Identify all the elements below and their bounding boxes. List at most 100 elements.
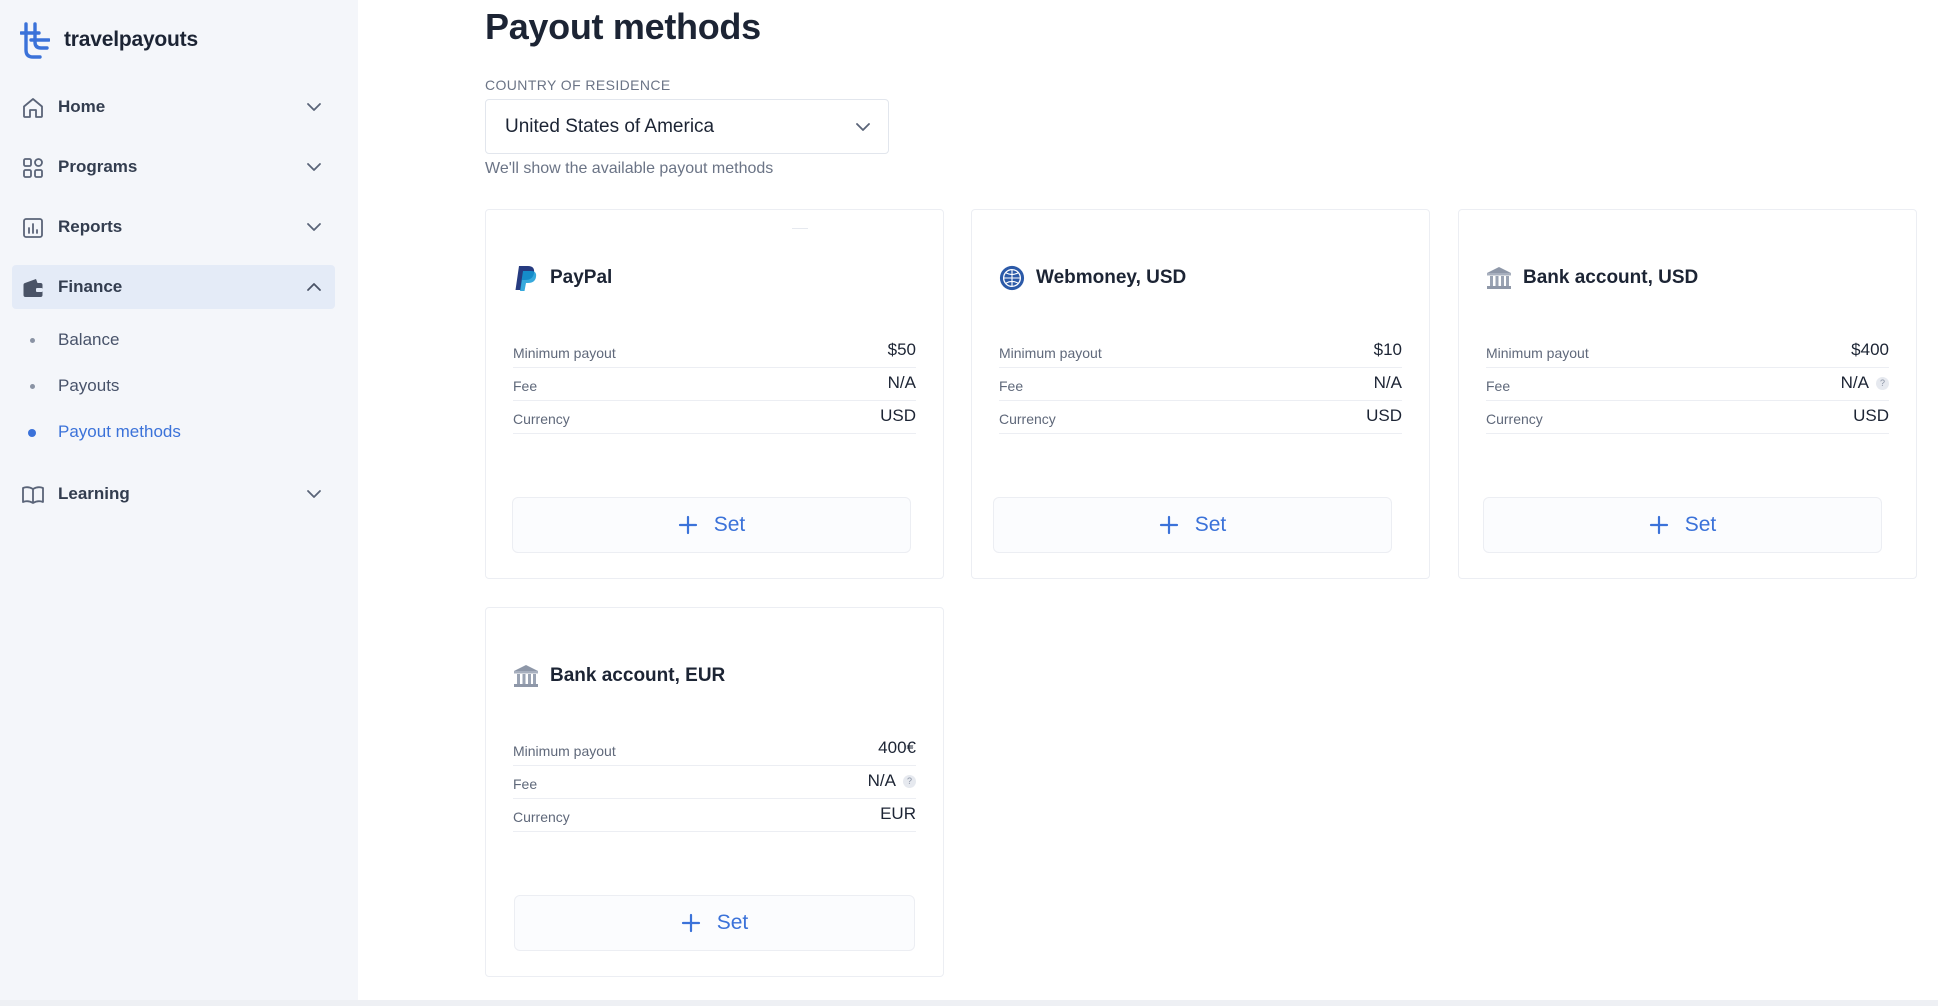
nav-label-reports: Reports: [58, 217, 123, 236]
row-currency: Currency USD: [999, 401, 1402, 434]
row-key: Currency: [513, 411, 570, 427]
card-title: PayPal: [550, 267, 613, 288]
nav-item-home[interactable]: Home: [12, 85, 335, 129]
nav-item-programs[interactable]: Programs: [12, 145, 335, 189]
chevron-down-icon: [307, 223, 321, 231]
row-fee: Fee N/A: [999, 368, 1402, 401]
book-icon: [22, 486, 44, 504]
plus-icon: [681, 913, 700, 933]
bank-icon: [1486, 264, 1512, 292]
plus-icon: [1649, 515, 1668, 535]
payout-method-card-bank-eur: Bank account, EUR Minimum payout 400€ Fe…: [485, 607, 944, 977]
row-value: N/A: [887, 373, 916, 392]
set-button-label: Set: [1194, 513, 1227, 536]
row-value: $10: [1373, 340, 1402, 359]
country-hint: We'll show the available payout methods: [485, 160, 774, 177]
fee-value: N/A: [1840, 373, 1869, 392]
card-title: Webmoney, USD: [1036, 267, 1187, 288]
row-value: N/A ?: [868, 771, 916, 791]
row-value: $400: [1851, 340, 1889, 359]
row-key: Minimum payout: [513, 743, 616, 759]
row-minimum-payout: Minimum payout $10: [999, 335, 1402, 368]
row-value: $50: [887, 340, 916, 359]
sub-item-payouts[interactable]: Payouts: [58, 376, 119, 396]
chevron-down-icon: [307, 103, 321, 111]
country-select[interactable]: United States of America: [485, 99, 889, 154]
row-value: 400€: [878, 738, 916, 757]
chevron-up-icon: [307, 283, 321, 291]
row-value: USD: [1366, 406, 1402, 425]
help-icon[interactable]: ?: [1876, 376, 1889, 390]
row-fee: Fee N/A ?: [1486, 368, 1889, 401]
set-button-webmoney-usd[interactable]: Set: [993, 497, 1392, 553]
row-fee: Fee N/A ?: [513, 766, 916, 799]
plus-icon: [1159, 515, 1178, 535]
chevron-down-icon: [307, 490, 321, 498]
grid-icon: [23, 158, 43, 178]
row-minimum-payout: Minimum payout $400: [1486, 335, 1889, 368]
row-currency: Currency EUR: [513, 799, 916, 832]
card-title: Bank account, EUR: [550, 665, 726, 686]
set-button-label: Set: [713, 513, 746, 536]
row-value: USD: [880, 406, 916, 425]
payout-method-card-bank-usd: Bank account, USD Minimum payout $400 Fe…: [1458, 209, 1917, 579]
row-minimum-payout: Minimum payout $50: [513, 335, 916, 368]
card-top-mark: [792, 228, 808, 229]
set-button-label: Set: [1684, 513, 1717, 536]
page-title: Payout methods: [485, 6, 761, 47]
help-icon[interactable]: ?: [903, 774, 916, 788]
bank-icon: [513, 662, 539, 690]
fee-value: N/A: [867, 771, 896, 790]
row-key: Currency: [513, 809, 570, 825]
row-key: Currency: [1486, 411, 1543, 427]
set-button-bank-eur[interactable]: Set: [514, 895, 915, 951]
country-select-value: United States of America: [505, 116, 715, 137]
row-key: Currency: [999, 411, 1056, 427]
nav-item-reports[interactable]: Reports: [12, 205, 335, 249]
row-minimum-payout: Minimum payout 400€: [513, 733, 916, 766]
row-key: Fee: [999, 378, 1024, 394]
country-label: COUNTRY OF RESIDENCE: [485, 77, 671, 93]
nav-item-finance[interactable]: Finance: [12, 265, 335, 309]
card-title: Bank account, USD: [1523, 267, 1699, 288]
webmoney-icon: [999, 264, 1025, 292]
plus-icon: [678, 515, 697, 535]
chevron-down-icon: [856, 123, 870, 131]
row-currency: Currency USD: [1486, 401, 1889, 434]
row-value: USD: [1853, 406, 1889, 425]
row-value: N/A ?: [1841, 373, 1889, 393]
sub-item-balance[interactable]: Balance: [58, 330, 119, 350]
brand-logo[interactable]: travelpayouts: [20, 20, 198, 60]
row-key: Minimum payout: [1486, 345, 1589, 361]
sub-item-bullet: [30, 384, 35, 389]
sub-item-payout-methods[interactable]: Payout methods: [58, 422, 181, 442]
set-button-label: Set: [716, 911, 749, 934]
nav-label-programs: Programs: [58, 157, 138, 176]
set-button-bank-usd[interactable]: Set: [1483, 497, 1882, 553]
sidebar: travelpayouts Home Programs Reports Fina…: [0, 0, 358, 1006]
row-key: Minimum payout: [999, 345, 1102, 361]
row-fee: Fee N/A: [513, 368, 916, 401]
nav-item-learning[interactable]: Learning: [12, 472, 335, 516]
bottom-edge: [0, 1000, 1938, 1006]
payout-method-card-webmoney-usd: Webmoney, USD Minimum payout $10 Fee N/A…: [971, 209, 1430, 579]
row-key: Fee: [513, 776, 538, 792]
row-currency: Currency USD: [513, 401, 916, 434]
payout-method-card-paypal: PayPal Minimum payout $50 Fee N/A Curren…: [485, 209, 944, 579]
sub-item-bullet: [30, 338, 35, 343]
home-icon: [23, 98, 43, 118]
row-key: Fee: [1486, 378, 1511, 394]
row-value: N/A: [1373, 373, 1402, 392]
sub-item-bullet-active: [28, 429, 36, 437]
row-key: Fee: [513, 378, 538, 394]
row-key: Minimum payout: [513, 345, 616, 361]
brand-name: travelpayouts: [64, 28, 198, 51]
row-value: EUR: [880, 804, 916, 823]
paypal-icon: [513, 264, 539, 292]
chevron-down-icon: [307, 163, 321, 171]
wallet-icon: [23, 279, 43, 297]
nav-label-learning: Learning: [58, 484, 130, 503]
set-button-paypal[interactable]: Set: [512, 497, 911, 553]
nav-label-home: Home: [58, 97, 106, 116]
nav-label-finance: Finance: [58, 277, 123, 296]
